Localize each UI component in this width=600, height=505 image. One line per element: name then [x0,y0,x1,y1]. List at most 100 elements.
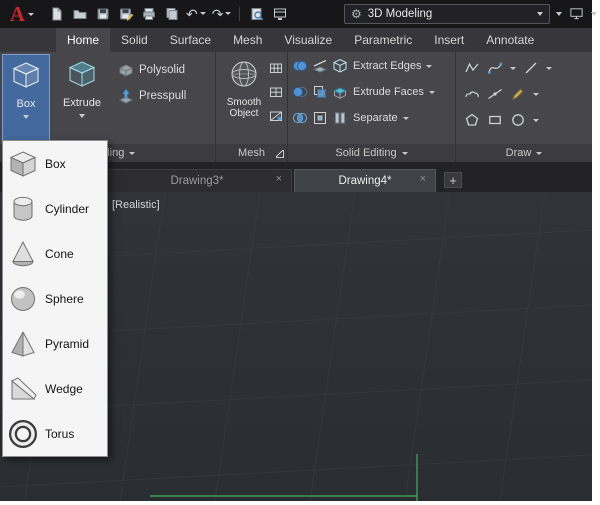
workspace-switcher[interactable]: ⚙ 3D Modeling [344,4,550,24]
pencil-icon[interactable] [510,86,526,102]
box-split-button[interactable]: Box [2,54,50,142]
toolbar-overflow-caret-icon[interactable] [556,12,562,16]
tab-home[interactable]: Home [56,28,110,52]
tab-solid[interactable]: Solid [110,28,159,52]
line-caret-icon[interactable] [546,67,552,70]
construction-line-icon[interactable] [487,86,503,102]
subtract-icon[interactable] [292,84,308,100]
smooth-object-label: Smooth Object [220,97,268,119]
mesh-smooth-more-icon[interactable] [268,60,284,76]
new-drawing-button[interactable]: + [444,172,462,188]
separate-caret-icon[interactable] [403,117,409,120]
flyout-item-torus[interactable]: Torus [3,411,107,456]
save-icon[interactable] [94,5,111,22]
close-tab-icon[interactable]: × [420,174,426,185]
presspull-button[interactable]: Presspull [118,86,186,106]
torus-3d-icon [7,418,39,450]
separate-label: Separate [353,112,398,124]
separate-button[interactable]: Separate [332,108,435,128]
application-menu-button[interactable]: A [2,0,42,28]
intersect-icon[interactable] [292,110,308,126]
redo-icon: ↷ [212,7,224,21]
spline-caret-icon[interactable] [510,67,516,70]
close-tab-icon[interactable]: × [276,174,282,185]
revision-cloud-icon[interactable] [464,86,480,102]
flyout-item-cone[interactable]: Cone [3,231,107,276]
extrude-faces-caret-icon[interactable] [429,91,435,94]
redo-caret-icon[interactable] [225,12,231,15]
sheet-set-icon[interactable] [271,5,288,22]
solid-editing-buttons: Extract Edges Extrude Faces [332,56,435,128]
flyout-item-box[interactable]: Box [3,141,107,186]
presspull-label: Presspull [139,90,186,102]
extract-edges-caret-icon[interactable] [426,65,432,68]
flyout-item-pyramid[interactable]: Pyramid [3,321,107,366]
flyout-item-label: Box [45,157,66,171]
flyout-item-sphere[interactable]: Sphere [3,276,107,321]
document-tab-label: Drawing4* [338,175,391,187]
smooth-object-button[interactable]: Smooth Object [220,54,268,142]
mesh-panel-title[interactable]: Mesh [216,144,287,162]
polyline-icon[interactable] [464,60,480,76]
document-tab-drawing4[interactable]: Drawing4* × [294,169,436,192]
toolbar-separator [239,7,240,21]
primitive-flyout-menu: Box Cylinder Cone [2,140,108,457]
document-tab-drawing3[interactable]: Drawing3* × [102,169,292,192]
extrude-caret-icon[interactable] [79,114,85,118]
visual-style-control[interactable]: [Realistic] [112,199,160,211]
line-icon[interactable] [523,60,539,76]
union-icon[interactable] [292,58,308,74]
open-folder-icon[interactable] [71,5,88,22]
save-as-icon[interactable] [117,5,134,22]
monitor-icon[interactable] [569,6,584,21]
polysolid-button[interactable]: Polysolid [118,60,185,80]
tab-surface[interactable]: Surface [159,28,222,52]
circle-icon[interactable] [510,112,526,128]
panel-expand-caret-icon [129,152,135,155]
draw-row-2 [464,86,539,102]
tab-visualize[interactable]: Visualize [273,28,343,52]
workspace-caret-icon[interactable] [537,12,543,16]
pencil-caret-icon[interactable] [533,93,539,96]
solid-editing-panel-title[interactable]: Solid Editing [288,144,455,162]
draw-panel-title[interactable]: Draw [456,144,592,162]
panel-launcher-icon[interactable] [276,150,284,158]
extract-edges-button[interactable]: Extract Edges [332,56,435,76]
redo-button[interactable]: ↷ [212,7,232,21]
tab-insert[interactable]: Insert [423,28,475,52]
undo-button[interactable]: ↶ [186,7,206,21]
spline-icon[interactable] [487,60,503,76]
flyout-item-cylinder[interactable]: Cylinder [3,186,107,231]
tab-mesh[interactable]: Mesh [222,28,273,52]
rectangle-icon[interactable] [487,112,503,128]
mesh-smooth-less-icon[interactable] [268,84,284,100]
plot-icon[interactable] [140,5,157,22]
titlebar-right-controls [556,6,597,21]
panel-expand-caret-icon [402,152,408,155]
flyout-item-wedge[interactable]: Wedge [3,366,107,411]
tab-parametric[interactable]: Parametric [343,28,423,52]
workspace-label: 3D Modeling [368,8,531,20]
plot-preview-icon[interactable] [248,5,265,22]
undo-caret-icon[interactable] [200,12,206,15]
interfere-icon[interactable] [312,84,328,100]
mesh-refine-icon[interactable] [268,108,284,124]
extrude-faces-button[interactable]: Extrude Faces [332,82,435,102]
tab-annotate[interactable]: Annotate [475,28,545,52]
polygon-icon[interactable] [464,112,480,128]
cylinder-3d-icon [7,193,39,225]
new-file-icon[interactable] [48,5,65,22]
circle-caret-icon[interactable] [533,119,539,122]
right-caret-icon[interactable] [591,12,597,16]
flyout-item-label: Cone [45,247,74,261]
shell-icon[interactable] [312,110,328,126]
sphere-3d-icon [7,283,39,315]
extrude-button[interactable]: Extrude [58,54,106,142]
box-button-label: Box [17,98,36,110]
panel-solid-editing: Extract Edges Extrude Faces [288,52,456,162]
box-flyout-caret-icon[interactable] [23,115,29,119]
publish-icon[interactable] [163,5,180,22]
extrude-faces-label: Extrude Faces [353,86,424,98]
slice-icon[interactable] [312,58,328,74]
flyout-item-label: Sphere [45,292,84,306]
